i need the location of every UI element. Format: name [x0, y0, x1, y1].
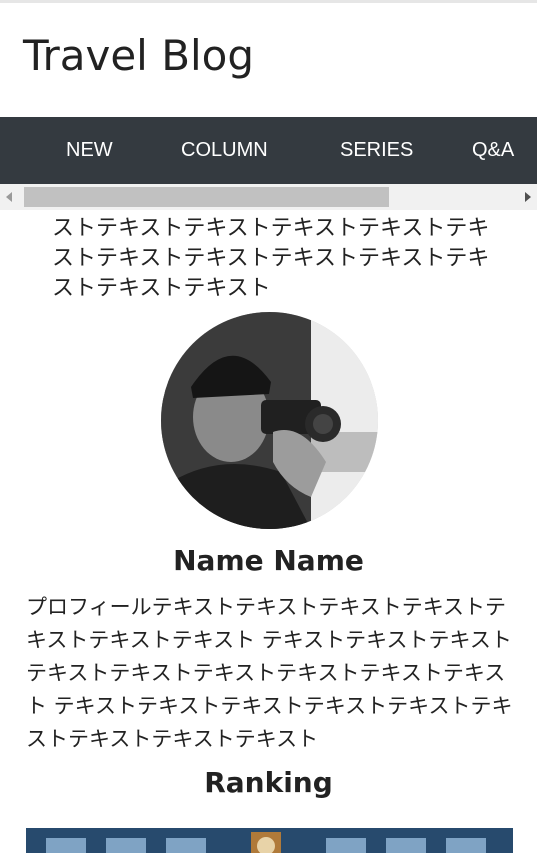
scroll-right-arrow-icon[interactable]	[525, 192, 531, 202]
scroll-left-arrow-icon[interactable]	[6, 192, 12, 202]
nav-item-column[interactable]: COLUMN	[181, 117, 268, 184]
ranking-item-image[interactable]	[26, 828, 513, 853]
nav-item-series[interactable]: SERIES	[340, 117, 413, 184]
site-title[interactable]: Travel Blog	[23, 31, 254, 80]
main-nav: NEW COLUMN SERIES Q&A	[0, 117, 537, 184]
profile-name: Name Name	[173, 544, 364, 577]
scrollbar-thumb[interactable]	[24, 187, 389, 207]
article-text: ストテキストテキストテキストテキストテキストテキストテキストテキストテキストテキ…	[52, 216, 490, 301]
nav-horizontal-scrollbar[interactable]	[0, 184, 537, 210]
ranking-heading: Ranking	[204, 766, 333, 799]
nav-item-new[interactable]: NEW	[66, 117, 113, 184]
nav-item-qa[interactable]: Q&A	[472, 117, 514, 184]
profile-avatar	[161, 312, 378, 529]
ranking-thumbnail	[26, 828, 513, 853]
photographer-image	[161, 312, 378, 529]
main-content: ストテキストテキストテキストテキストテキストテキストテキストテキストテキストテキ…	[0, 210, 537, 853]
site-header: Travel Blog	[0, 3, 537, 117]
profile-text: プロフィールテキストテキストテキストテキストテキストテキストテキスト テキストテ…	[26, 595, 513, 751]
